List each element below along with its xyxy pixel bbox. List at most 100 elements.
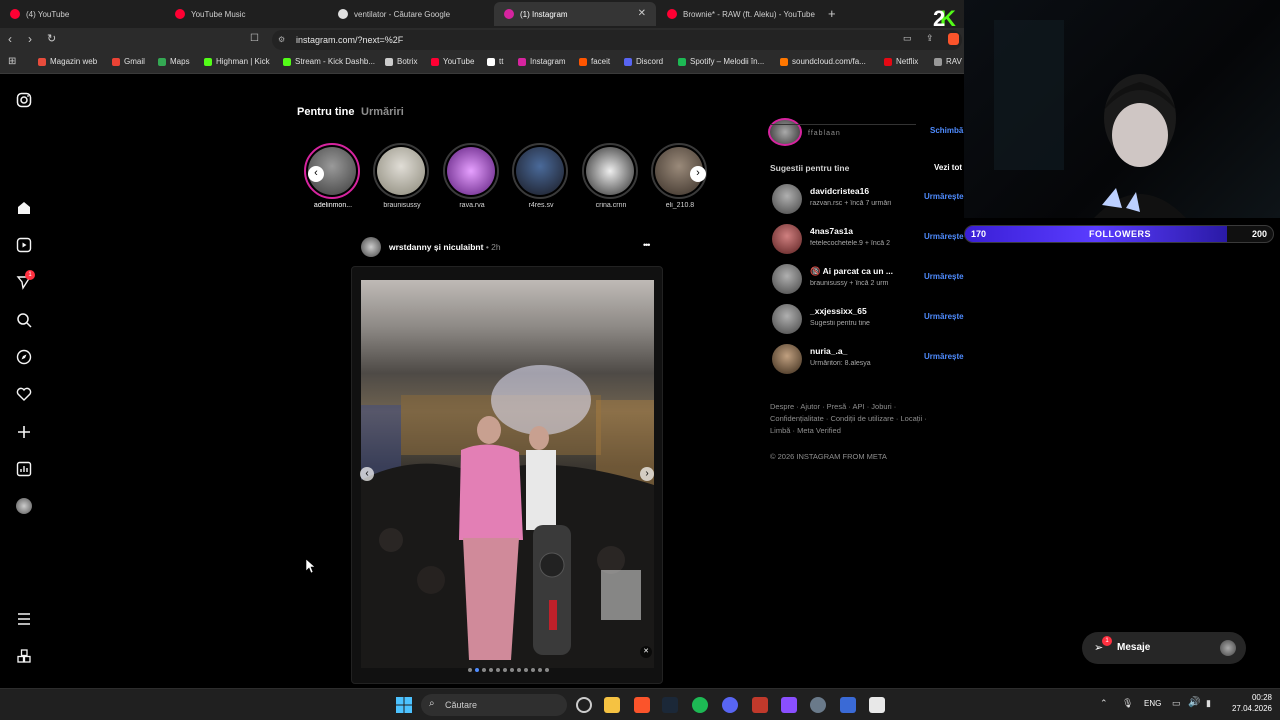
story-item[interactable]: rava.rva	[443, 143, 501, 209]
create-icon[interactable]	[16, 424, 32, 440]
windows-start-icon[interactable]	[396, 697, 412, 713]
suggestion-username[interactable]: 4nas7as1a	[810, 226, 853, 236]
mute-icon[interactable]: ✕	[640, 646, 652, 658]
post-authors[interactable]: wrstdanny și niculaibnt	[389, 242, 483, 252]
bookmark-item[interactable]: Maps	[158, 57, 190, 66]
steam-icon[interactable]	[662, 697, 678, 713]
instagram-logo-icon[interactable]	[16, 92, 32, 108]
bookmark-item[interactable]: Netflix	[884, 57, 918, 66]
suggestion-avatar[interactable]	[772, 184, 802, 214]
menu-icon[interactable]	[16, 611, 32, 627]
taskbar-search[interactable]: ⌕ Căutare	[421, 694, 567, 716]
bookmark-item[interactable]: tt	[487, 57, 503, 66]
brave-browser-icon[interactable]	[634, 697, 650, 713]
language-indicator[interactable]: ENG	[1144, 699, 1161, 708]
bookmark-icon[interactable]: ☐	[250, 33, 259, 44]
brave-shield-icon[interactable]	[948, 33, 959, 45]
bookmark-item[interactable]: soundcloud.com/fa...	[780, 57, 866, 66]
stories-prev-button[interactable]: ‹	[308, 166, 324, 182]
discord-icon[interactable]	[722, 697, 738, 713]
media-prev-button[interactable]: ‹	[360, 467, 374, 481]
bookmark-item[interactable]: Stream - Kick Dashb...	[283, 57, 375, 66]
suggestion-username[interactable]: 🔞 Ai parcat ca un ...	[810, 266, 893, 277]
tab-youtube[interactable]: (4) YouTube	[0, 2, 168, 26]
apps-grid-icon[interactable]: ⊞	[8, 56, 16, 67]
tab-following[interactable]: Urmăriri	[361, 106, 404, 118]
footer-links[interactable]: Confidențialitate · Condiții de utilizar…	[770, 414, 927, 423]
suggestion-avatar[interactable]	[772, 264, 802, 294]
url-field[interactable]: ⚙ instagram.com/?next=%2F	[272, 30, 962, 50]
tab-for-you[interactable]: Pentru tine	[297, 106, 354, 118]
follow-button[interactable]: Urmărește	[924, 312, 964, 321]
spotify-icon[interactable]	[692, 697, 708, 713]
dashboard-icon[interactable]	[16, 461, 32, 477]
story-item[interactable]: crina.crnn	[582, 143, 640, 209]
bookmark-item[interactable]: Gmail	[112, 57, 145, 66]
messages-icon[interactable]: 1	[16, 270, 35, 290]
bookmark-item[interactable]: Discord	[624, 57, 663, 66]
back-icon[interactable]: ‹	[8, 32, 12, 46]
chevron-up-icon[interactable]: ⌃	[1100, 698, 1108, 709]
battery-icon[interactable]: ▮	[1206, 698, 1211, 709]
follow-button[interactable]: Urmărește	[924, 352, 964, 361]
story-item[interactable]: r4res.sv	[512, 143, 570, 209]
follow-button[interactable]: Urmărește	[924, 192, 964, 201]
reels-icon[interactable]	[16, 237, 32, 253]
forward-icon[interactable]: ›	[28, 32, 32, 46]
current-user-avatar[interactable]	[768, 118, 802, 146]
bookmark-item[interactable]: Spotify – Melodii în...	[678, 57, 764, 66]
settings-icon[interactable]	[810, 697, 826, 713]
app-icon[interactable]	[869, 697, 885, 713]
footer-links[interactable]: Limbă · Meta Verified	[770, 426, 841, 435]
more-apps-icon[interactable]	[16, 648, 32, 664]
heart-icon[interactable]	[16, 386, 32, 402]
suggestion-avatar[interactable]	[772, 344, 802, 374]
media-next-button[interactable]: ›	[640, 467, 654, 481]
tab-instagram[interactable]: (1) Instagram ✕	[494, 2, 656, 26]
switch-account-link[interactable]: Schimbă	[930, 126, 963, 135]
bookmark-item[interactable]: Highman | Kick	[204, 57, 270, 66]
suggestion-username[interactable]: _xxjessixx_65	[810, 306, 867, 316]
bookmark-item[interactable]: Instagram	[518, 57, 566, 66]
network-icon[interactable]: ▭	[1172, 698, 1181, 709]
app-icon[interactable]	[840, 697, 856, 713]
bookmark-item[interactable]: RAV	[934, 57, 962, 66]
suggestion-avatar[interactable]	[772, 304, 802, 334]
bookmark-item[interactable]: YouTube	[431, 57, 474, 66]
home-icon[interactable]	[16, 200, 32, 216]
tab-google-search[interactable]: ventilator - Căutare Google	[328, 2, 493, 26]
file-explorer-icon[interactable]	[604, 697, 620, 713]
post-author-avatar[interactable]	[361, 237, 381, 257]
explore-icon[interactable]	[16, 349, 32, 365]
suggestion-username[interactable]: nuria_.a_	[810, 346, 847, 356]
site-info-icon[interactable]: ⚙	[278, 30, 285, 50]
taskbar-clock[interactable]: 00:28 27.04.2026	[1224, 693, 1272, 713]
copilot-icon[interactable]	[576, 697, 592, 713]
bookmark-item[interactable]: Botrix	[385, 57, 417, 66]
close-tab-icon[interactable]: ✕	[638, 8, 646, 19]
search-icon[interactable]	[16, 312, 32, 328]
bookmark-item[interactable]: Magazin web	[38, 57, 97, 66]
story-item[interactable]: braunisussy	[373, 143, 431, 209]
share-icon[interactable]: ⇪	[926, 33, 934, 44]
app-icon[interactable]	[752, 697, 768, 713]
follow-button[interactable]: Urmărește	[924, 232, 964, 241]
follow-button[interactable]: Urmărește	[924, 272, 964, 281]
profile-avatar[interactable]	[16, 498, 32, 514]
stories-next-button[interactable]: ›	[690, 166, 706, 182]
app-icon[interactable]	[781, 697, 797, 713]
post-more-options-icon[interactable]: •••	[643, 240, 651, 250]
reload-icon[interactable]: ↻	[47, 32, 56, 45]
post-video[interactable]	[361, 280, 654, 668]
footer-links[interactable]: Despre · Ajutor · Presă · API · Joburi ·	[770, 402, 896, 411]
volume-icon[interactable]: 🔊	[1188, 697, 1200, 708]
bookmark-item[interactable]: faceit	[579, 57, 610, 66]
messages-button[interactable]: ➢ 1 Mesaje	[1082, 632, 1246, 664]
tab-youtube-brownie[interactable]: Brownie* - RAW (ft. Aleku) - YouTube	[657, 2, 825, 26]
tab-youtube-music[interactable]: YouTube Music	[165, 2, 330, 26]
new-tab-button[interactable]: +	[828, 6, 836, 21]
see-all-link[interactable]: Vezi tot	[934, 163, 962, 172]
suggestion-username[interactable]: davidcristea16	[810, 186, 869, 196]
suggestion-avatar[interactable]	[772, 224, 802, 254]
microphone-icon[interactable]: 🎙	[1122, 698, 1133, 709]
